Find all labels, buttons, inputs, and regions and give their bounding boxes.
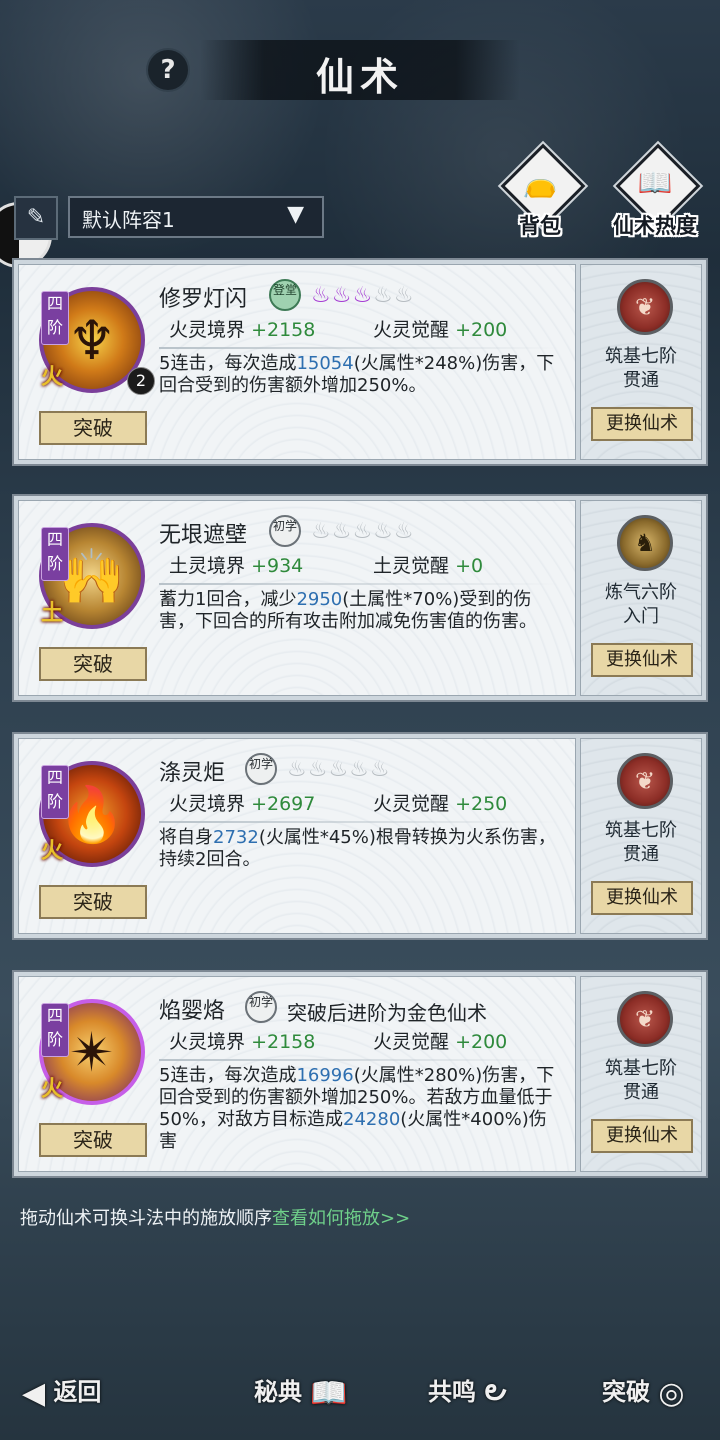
- help-button[interactable]: ?: [148, 50, 188, 90]
- drag-hint: 拖动仙术可换斗法中的施放顺序查看如何拖放>>: [20, 1208, 411, 1229]
- divider: [159, 347, 559, 349]
- realm-panel: ❦ 筑基七阶 贯通 更换仙术: [580, 738, 702, 934]
- divider: [159, 821, 559, 823]
- breakthrough-nav-button[interactable]: 突破 ◎: [602, 1372, 685, 1424]
- swap-skill-button[interactable]: 更换仙术: [591, 407, 693, 441]
- realm-panel: ❦ 筑基七阶 贯通 更换仙术: [580, 264, 702, 460]
- bag-icon: 👝: [522, 166, 558, 199]
- stat-awaken: 火灵觉醒 +200: [373, 1031, 508, 1053]
- breakthrough-button[interactable]: 突破: [39, 647, 147, 681]
- stat-realm: 火灵境界 +2158: [169, 1031, 316, 1053]
- page-title: 仙术: [315, 54, 404, 99]
- divider: [159, 583, 559, 585]
- skill-card[interactable]: ✴ 四阶 火 突破 焰婴烙 初学 突破后进阶为金色仙术 火灵境界 +2158 火…: [12, 970, 708, 1178]
- realm-status: 入门: [623, 606, 659, 627]
- skill-heat-button[interactable]: 📖 仙术热度: [610, 143, 701, 242]
- stat-realm: 火灵境界 +2697: [169, 793, 316, 815]
- chevron-down-icon: ▼: [287, 202, 304, 227]
- element-badge: 火: [41, 364, 64, 390]
- skill-info-panel: 🔥 四阶 火 突破 涤灵炬 初学 ♨♨♨♨♨ 火灵境界 +2697 火灵觉醒 +…: [18, 738, 576, 934]
- open-book-icon: 📖: [310, 1376, 348, 1411]
- tier-badge: 四阶: [41, 765, 69, 819]
- count-badge: 2: [127, 367, 155, 395]
- element-badge: 火: [41, 838, 64, 864]
- bag-button[interactable]: 👝 背包: [495, 143, 586, 242]
- secret-book-button[interactable]: 秘典 📖: [254, 1372, 348, 1424]
- rank-badge: 初学: [269, 515, 301, 547]
- realm-level: 筑基七阶: [605, 1058, 677, 1079]
- rank-badge: 初学: [245, 753, 277, 785]
- skill-name: 涤灵炬: [159, 761, 226, 786]
- lineup-selected: 默认阵容1: [82, 208, 175, 232]
- back-button[interactable]: ◀ 返回: [22, 1372, 101, 1424]
- skill-description: 5连击，每次造成15054(火属性*248%)伤害，下回合受到的伤害额外增加25…: [159, 353, 555, 396]
- skill-heat-label: 仙术热度: [613, 213, 697, 238]
- skill-name: 焰婴烙: [159, 999, 226, 1024]
- divider: [159, 1059, 559, 1061]
- breakthrough-button[interactable]: 突破: [39, 1123, 147, 1157]
- skill-card[interactable]: ♆ 四阶 火 2 突破 修罗灯闪 登堂 ♨♨♨♨♨ 火灵境界 +2158 火灵觉…: [12, 258, 708, 466]
- swap-skill-button[interactable]: 更换仙术: [591, 1119, 693, 1153]
- qilin-icon: ♞: [617, 515, 673, 571]
- flame-level-icons: ♨♨♨♨♨: [287, 757, 391, 782]
- realm-level: 炼气六阶: [605, 582, 677, 603]
- skill-description: 蓄力1回合，减少2950(土属性*70%)受到的伤害，下回合的所有攻击附加减免伤…: [159, 589, 537, 632]
- lineup-dropdown[interactable]: 默认阵容1 ▼: [68, 196, 324, 238]
- skill-info-panel: ✴ 四阶 火 突破 焰婴烙 初学 突破后进阶为金色仙术 火灵境界 +2158 火…: [18, 976, 576, 1172]
- realm-status: 贯通: [623, 1082, 659, 1103]
- skill-card[interactable]: 🙌 四阶 土 突破 无垠遮壁 初学 ♨♨♨♨♨ 土灵境界 +934 土灵觉醒 +…: [12, 494, 708, 702]
- resonance-button[interactable]: 共鸣 ౿: [428, 1372, 507, 1424]
- skill-description: 将自身2732(火属性*45%)根骨转换为火系伤害，持续2回合。: [159, 827, 556, 870]
- stat-awaken: 火灵觉醒 +200: [373, 319, 508, 341]
- breakthrough-button[interactable]: 突破: [39, 411, 147, 445]
- skill-info-panel: ♆ 四阶 火 2 突破 修罗灯闪 登堂 ♨♨♨♨♨ 火灵境界 +2158 火灵觉…: [18, 264, 576, 460]
- realm-status: 贯通: [623, 844, 659, 865]
- swap-skill-button[interactable]: 更换仙术: [591, 643, 693, 677]
- upgrade-note: 突破后进阶为金色仙术: [287, 1001, 487, 1025]
- bag-label: 背包: [519, 213, 561, 238]
- breakthrough-button[interactable]: 突破: [39, 885, 147, 919]
- realm-panel: ❦ 筑基七阶 贯通 更换仙术: [580, 976, 702, 1172]
- how-to-drag-link[interactable]: 查看如何拖放>>: [272, 1208, 410, 1229]
- skill-name: 修罗灯闪: [159, 287, 248, 312]
- spiral-icon: ◎: [658, 1376, 685, 1411]
- skill-name: 无垠遮壁: [159, 523, 248, 548]
- edit-pen-icon[interactable]: ✎: [14, 196, 58, 240]
- realm-panel: ♞ 炼气六阶 入门 更换仙术: [580, 500, 702, 696]
- tier-badge: 四阶: [41, 291, 69, 345]
- skill-description: 5连击，每次造成16996(火属性*280%)伤害，下回合受到的伤害额外增加25…: [159, 1065, 555, 1152]
- phoenix-icon: ❦: [617, 753, 673, 809]
- stat-awaken: 土灵觉醒 +0: [373, 555, 484, 577]
- stat-awaken: 火灵觉醒 +250: [373, 793, 508, 815]
- tier-badge: 四阶: [41, 527, 69, 581]
- tier-badge: 四阶: [41, 1003, 69, 1057]
- rank-badge: 初学: [245, 991, 277, 1023]
- stat-realm: 火灵境界 +2158: [169, 319, 316, 341]
- phoenix-icon: ❦: [617, 279, 673, 335]
- rank-badge: 登堂: [269, 279, 301, 311]
- flame-level-icons: ♨♨♨♨♨: [311, 519, 415, 544]
- swap-skill-button[interactable]: 更换仙术: [591, 881, 693, 915]
- realm-status: 贯通: [623, 370, 659, 391]
- realm-level: 筑基七阶: [605, 820, 677, 841]
- element-badge: 火: [41, 1076, 64, 1102]
- phoenix-icon: ❦: [617, 991, 673, 1047]
- book-flame-icon: 📖: [637, 166, 673, 199]
- element-badge: 土: [41, 600, 64, 626]
- cloud-swirl-icon: ౿: [484, 1372, 507, 1408]
- flame-level-icons: ♨♨♨♨♨: [311, 283, 415, 308]
- skill-card[interactable]: 🔥 四阶 火 突破 涤灵炬 初学 ♨♨♨♨♨ 火灵境界 +2697 火灵觉醒 +…: [12, 732, 708, 940]
- realm-level: 筑基七阶: [605, 346, 677, 367]
- back-arrow-icon: ◀: [22, 1376, 46, 1411]
- stat-realm: 土灵境界 +934: [169, 555, 304, 577]
- skill-info-panel: 🙌 四阶 土 突破 无垠遮壁 初学 ♨♨♨♨♨ 土灵境界 +934 土灵觉醒 +…: [18, 500, 576, 696]
